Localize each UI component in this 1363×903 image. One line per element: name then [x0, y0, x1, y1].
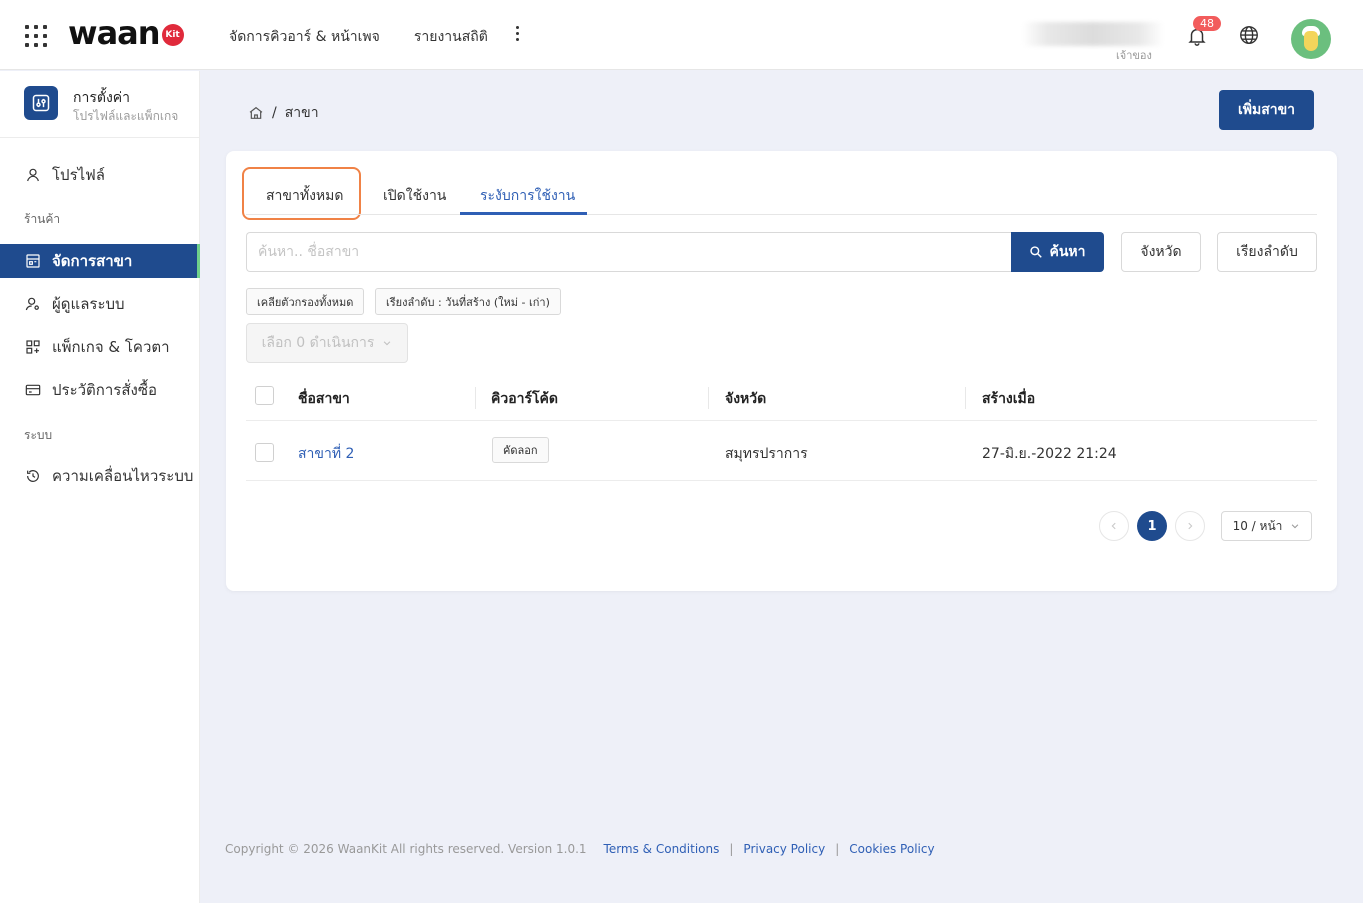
terms-link[interactable]: Terms & Conditions [604, 842, 720, 856]
sidebar-item-label: ความเคลื่อนไหวระบบ [52, 467, 194, 485]
sort-button[interactable]: เรียงลำดับ [1217, 232, 1317, 272]
pager-current-page[interactable]: 1 [1137, 511, 1167, 541]
chevron-right-icon [1188, 522, 1193, 530]
user-name-blurred[interactable] [1022, 22, 1164, 46]
sidebar-item-label: แพ็กเกจ & โควตา [52, 338, 170, 356]
bulk-action-label: เลือก 0 ดำเนินการ [261, 335, 375, 351]
sidebar-subtitle: โปรไฟล์และแพ็กเกจ [73, 109, 179, 123]
branch-province: สมุทรปราการ [725, 446, 808, 462]
sidebar-item-profile[interactable]: โปรไฟล์ [0, 158, 200, 192]
logo-badge: Kit [161, 24, 184, 46]
copyright-text: Copyright © 2026 WaanKit All rights rese… [225, 842, 587, 856]
footer: Copyright © 2026 WaanKit All rights rese… [225, 842, 935, 856]
search-input[interactable] [246, 232, 1012, 272]
province-filter-button[interactable]: จังหวัด [1121, 232, 1201, 272]
sidebar-item-label: ประวัติการสั่งซื้อ [52, 381, 158, 399]
user-icon [24, 166, 42, 184]
row-checkbox[interactable] [255, 443, 274, 462]
avatar[interactable] [1291, 19, 1331, 59]
table-row: สาขาที่ 2 คัดลอก สมุทรปราการ 27-มิ.ย.-20… [246, 421, 1317, 481]
home-icon[interactable] [248, 105, 264, 121]
page-size-label: 10 / หน้า [1232, 518, 1283, 533]
top-nav: จัดการคิวอาร์ & หน้าเพจ รายงานสถิติ [229, 26, 488, 48]
column-created[interactable]: สร้างเมื่อ [982, 388, 1035, 410]
sidebar-item-label: จัดการสาขา [52, 252, 133, 270]
settings-sliders-icon [24, 86, 58, 120]
tab-active-indicator [460, 212, 587, 215]
store-icon [24, 252, 42, 270]
user-settings-icon [24, 295, 42, 313]
chevron-down-icon [1292, 524, 1299, 529]
chevron-down-icon [384, 341, 391, 346]
privacy-link[interactable]: Privacy Policy [743, 842, 825, 856]
tab-suspended-branches[interactable]: ระงับการใช้งาน [480, 185, 575, 207]
tab-all-branches[interactable]: สาขาทั้งหมด [266, 185, 343, 207]
pager-prev-button[interactable] [1099, 511, 1129, 541]
tabs-divider [246, 214, 1317, 215]
tab-active-branches[interactable]: เปิดใช้งาน [383, 185, 446, 207]
sidebar-item-packages[interactable]: แพ็กเกจ & โควตา [0, 330, 200, 364]
sidebar-header: การตั้งค่า โปรไฟล์และแพ็กเกจ [0, 71, 200, 138]
search-button[interactable]: ค้นหา [1011, 232, 1104, 272]
sidebar-item-admins[interactable]: ผู้ดูแลระบบ [0, 287, 200, 321]
footer-separator: | [835, 842, 840, 856]
breadcrumb-separator: / [272, 105, 277, 121]
apps-grid-icon[interactable] [25, 25, 47, 47]
search-button-label: ค้นหา [1049, 243, 1086, 259]
nav-statistics[interactable]: รายงานสถิติ [414, 26, 488, 48]
more-menu-icon[interactable] [516, 26, 519, 41]
table-header: ชื่อสาขา คิวอาร์โค้ด จังหวัด สร้างเมื่อ [246, 371, 1317, 421]
notification-badge: 48 [1193, 16, 1221, 31]
bulk-action-select[interactable]: เลือก 0 ดำเนินการ [246, 323, 408, 363]
sidebar-section-system: ระบบ [24, 428, 53, 442]
column-divider [965, 387, 966, 409]
sidebar-title: การตั้งค่า [73, 90, 131, 106]
logo-text: waan [68, 14, 161, 52]
top-bar: waan Kit จัดการคิวอาร์ & หน้าเพจ รายงานส… [0, 0, 1363, 70]
copy-qr-button[interactable]: คัดลอก [492, 437, 549, 463]
column-divider [475, 387, 476, 409]
credit-card-icon [24, 381, 42, 399]
clear-filters-chip[interactable]: เคลียตัวกรองทั้งหมด [246, 288, 365, 315]
branch-created: 27-มิ.ย.-2022 21:24 [982, 446, 1117, 462]
user-role: เจ้าของ [1116, 49, 1152, 62]
search-icon [1030, 246, 1043, 258]
pager-next-button[interactable] [1175, 511, 1205, 541]
column-branch-name[interactable]: ชื่อสาขา [298, 388, 350, 410]
chevron-left-icon [1111, 522, 1116, 530]
add-branch-button[interactable]: เพิ่มสาขา [1219, 90, 1314, 130]
sidebar-item-orders[interactable]: ประวัติการสั่งซื้อ [0, 373, 200, 407]
sort-chip[interactable]: เรียงลำดับ : วันที่สร้าง (ใหม่ - เก่า) [375, 288, 561, 315]
sidebar-item-label: โปรไฟล์ [52, 166, 105, 184]
column-province[interactable]: จังหวัด [725, 388, 766, 410]
breadcrumb-current: สาขา [284, 105, 319, 121]
branch-card: สาขาทั้งหมด เปิดใช้งาน ระงับการใช้งาน ค้… [226, 151, 1337, 591]
breadcrumb: / สาขา [248, 102, 319, 124]
branch-name-link[interactable]: สาขาที่ 2 [298, 443, 354, 465]
sidebar-section-shop: ร้านค้า [24, 212, 61, 226]
page-size-select[interactable]: 10 / หน้า [1221, 511, 1312, 541]
cookies-link[interactable]: Cookies Policy [849, 842, 934, 856]
sidebar-item-activity[interactable]: ความเคลื่อนไหวระบบ [0, 459, 200, 493]
sidebar-item-manage-branch[interactable]: จัดการสาขา [0, 244, 200, 278]
globe-icon[interactable] [1238, 24, 1260, 46]
logo[interactable]: waan Kit [68, 17, 184, 49]
nav-qr-pages[interactable]: จัดการคิวอาร์ & หน้าเพจ [229, 26, 380, 48]
apps-add-icon [24, 338, 42, 356]
footer-separator: | [729, 842, 734, 856]
sidebar-item-label: ผู้ดูแลระบบ [52, 295, 125, 313]
select-all-checkbox[interactable] [255, 386, 274, 405]
column-divider [708, 387, 709, 409]
history-icon [24, 467, 42, 485]
sidebar: การตั้งค่า โปรไฟล์และแพ็กเกจ โปรไฟล์ ร้า… [0, 71, 200, 903]
column-qr-code[interactable]: คิวอาร์โค้ด [491, 388, 558, 410]
